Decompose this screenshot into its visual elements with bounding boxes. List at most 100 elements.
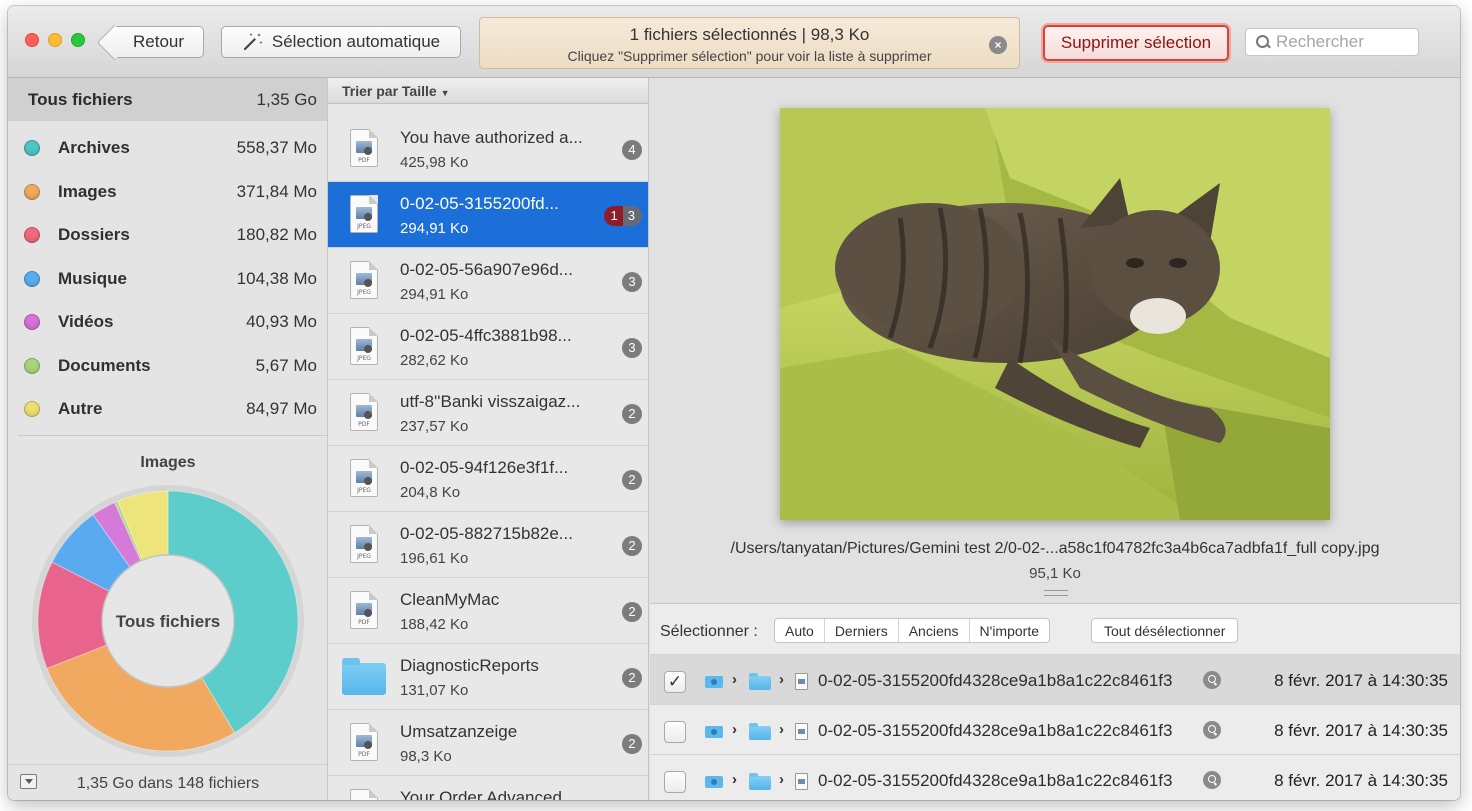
file-row[interactable]: DiagnosticReports 131,07 Ko 2 xyxy=(328,644,648,710)
search-field[interactable] xyxy=(1245,28,1419,56)
select-any-button[interactable]: N'importe xyxy=(970,619,1049,642)
duplicate-row[interactable]: › › 0-02-05-3155200fd4328ce9a1b8a1c22c84… xyxy=(650,704,1460,754)
back-button[interactable]: Retour xyxy=(114,26,204,58)
file-size: 196,61 Ko xyxy=(400,550,469,567)
file-row[interactable]: PDF utf-8''Banki visszaigaz... 237,57 Ko… xyxy=(328,380,648,446)
total-summary: 1,35 Go dans 148 fichiers xyxy=(76,775,260,792)
chart-title: Images xyxy=(140,454,196,471)
sidebar-item-music[interactable]: Musique 104,38 Mo xyxy=(8,259,327,299)
sidebar-item-all-files[interactable]: Tous fichiers 1,35 Go xyxy=(8,78,327,121)
deselect-all-button[interactable]: Tout désélectionner xyxy=(1091,618,1239,643)
file-row[interactable]: JPEG 0-02-05-56a907e96d... 294,91 Ko 3 xyxy=(328,248,648,314)
minimize-window-button[interactable] xyxy=(48,33,62,47)
jpeg-file-icon: JPEG xyxy=(350,327,378,365)
cat-photo-preview[interactable] xyxy=(780,108,1330,520)
resize-handle[interactable] xyxy=(1044,590,1068,596)
file-name: You have authorized a... xyxy=(400,128,583,147)
modified-date: 8 févr. 2017 à 14:30:35 xyxy=(1274,771,1448,790)
sidebar-item-other[interactable]: Autre 84,97 Mo xyxy=(8,389,327,429)
row-checkbox[interactable] xyxy=(664,721,686,743)
auto-select-button[interactable]: Sélection automatique xyxy=(221,26,461,58)
jpeg-file-icon: JPEG xyxy=(350,195,378,233)
category-size: 104,38 Mo xyxy=(236,269,317,288)
sidebar-item-folders[interactable]: Dossiers 180,82 Mo xyxy=(8,215,327,255)
reveal-in-finder-icon[interactable] xyxy=(1203,721,1221,739)
select-auto-button[interactable]: Auto xyxy=(775,619,825,642)
reveal-in-finder-icon[interactable] xyxy=(1203,671,1221,689)
sidebar-item-videos[interactable]: Vidéos 40,93 Mo xyxy=(8,302,327,342)
file-row[interactable]: JPEG 0-02-05-94f126e3f1f... 204,8 Ko 2 xyxy=(328,446,648,512)
modified-date: 8 févr. 2017 à 14:30:35 xyxy=(1274,721,1448,740)
toolbar: Retour Sélection automatique 1 fichiers … xyxy=(8,6,1460,78)
close-icon[interactable]: × xyxy=(989,36,1007,54)
pdf-file-icon: PDF xyxy=(350,789,378,800)
folder-icon xyxy=(749,673,771,690)
pdf-file-icon: PDF xyxy=(350,723,378,761)
file-row[interactable]: PDF You have authorized a... 425,98 Ko 4 xyxy=(328,116,648,182)
search-input[interactable] xyxy=(1276,32,1416,52)
file-size: 98,3 Ko xyxy=(400,748,452,765)
file-row-selected[interactable]: JPEG 0-02-05-3155200fd... 294,91 Ko 1 3 xyxy=(328,182,648,248)
category-dot-icon xyxy=(24,358,40,374)
category-dot-icon xyxy=(24,401,40,417)
sort-menu[interactable]: Trier par Taille ▼ xyxy=(328,78,648,104)
file-name: utf-8''Banki visszaigaz... xyxy=(400,392,581,411)
file-name: Umsatzanzeige xyxy=(400,722,518,741)
duplicate-selection-panel: Sélectionner : Auto Derniers Anciens N'i… xyxy=(650,603,1460,800)
file-size: 237,57 Ko xyxy=(400,418,469,435)
zoom-window-button[interactable] xyxy=(71,33,85,47)
file-row[interactable]: PDF Umsatzanzeige 98,3 Ko 2 xyxy=(328,710,648,776)
row-checkbox[interactable] xyxy=(664,771,686,793)
close-window-button[interactable] xyxy=(25,33,39,47)
select-label: Sélectionner : xyxy=(660,623,758,640)
selection-hint: Cliquez "Supprimer sélection" pour voir … xyxy=(567,48,932,64)
folder-icon xyxy=(342,658,386,695)
select-newest-button[interactable]: Derniers xyxy=(825,619,899,642)
sidebar-item-archives[interactable]: Archives 558,37 Mo xyxy=(8,128,327,168)
file-row[interactable]: JPEG 0-02-05-4ffc3881b98... 282,62 Ko 3 xyxy=(328,314,648,380)
storage-donut-chart[interactable]: Tous fichiers xyxy=(30,483,306,759)
file-row[interactable]: PDF CleanMyMac 188,42 Ko 2 xyxy=(328,578,648,644)
category-dot-icon xyxy=(24,314,40,330)
reveal-in-finder-icon[interactable] xyxy=(1203,771,1221,789)
duplicate-file-name: 0-02-05-3155200fd4328ce9a1b8a1c22c8461f3 xyxy=(818,671,1173,690)
duplicate-count-badge: 2 xyxy=(622,536,642,556)
file-row[interactable]: PDF Your Order Advanced xyxy=(328,776,648,800)
modified-date: 8 févr. 2017 à 14:30:35 xyxy=(1274,671,1448,690)
file-list: Trier par Taille ▼ PDF You have authoriz… xyxy=(328,78,649,800)
file-size: 425,98 Ko xyxy=(400,154,469,171)
category-dot-icon xyxy=(24,140,40,156)
chevron-right-icon: › xyxy=(732,771,737,788)
drive-icon xyxy=(705,726,723,738)
duplicate-file-name: 0-02-05-3155200fd4328ce9a1b8a1c22c8461f3 xyxy=(818,721,1173,740)
app-window: Retour Sélection automatique 1 fichiers … xyxy=(8,6,1460,800)
pdf-file-icon: PDF xyxy=(350,129,378,167)
chevron-right-icon: › xyxy=(732,721,737,738)
chevron-right-icon: › xyxy=(779,721,784,738)
delete-selection-button[interactable]: Supprimer sélection xyxy=(1043,25,1229,61)
category-label: Documents xyxy=(58,356,151,375)
chevron-right-icon: › xyxy=(779,771,784,788)
duplicate-count-badge: 4 xyxy=(622,140,642,160)
duplicate-row[interactable]: ✓ › › 0-02-05-3155200fd4328ce9a1b8a1c22c… xyxy=(650,654,1460,704)
duplicate-count-badge: 2 xyxy=(622,404,642,424)
sidebar-item-documents[interactable]: Documents 5,67 Mo xyxy=(8,346,327,386)
sidebar-item-images[interactable]: Images 371,84 Mo xyxy=(8,172,327,212)
all-files-label: Tous fichiers xyxy=(28,89,133,109)
row-checkbox[interactable]: ✓ xyxy=(664,671,686,693)
file-size: 282,62 Ko xyxy=(400,352,469,369)
duplicate-count-badge: 2 xyxy=(622,470,642,490)
file-row[interactable]: JPEG 0-02-05-882715b82e... 196,61 Ko 2 xyxy=(328,512,648,578)
file-name: DiagnosticReports xyxy=(400,656,539,675)
file-icon xyxy=(795,773,808,790)
file-name: 0-02-05-94f126e3f1f... xyxy=(400,458,569,477)
category-label: Dossiers xyxy=(58,225,130,244)
category-dot-icon xyxy=(24,184,40,200)
file-name: CleanMyMac xyxy=(400,590,500,609)
select-oldest-button[interactable]: Anciens xyxy=(899,619,970,642)
auto-select-label: Sélection automatique xyxy=(271,32,441,51)
jpeg-file-icon: JPEG xyxy=(350,261,378,299)
category-size: 5,67 Mo xyxy=(255,356,317,375)
file-name: 0-02-05-3155200fd... xyxy=(400,194,559,213)
duplicate-row[interactable]: › › 0-02-05-3155200fd4328ce9a1b8a1c22c84… xyxy=(650,754,1460,800)
